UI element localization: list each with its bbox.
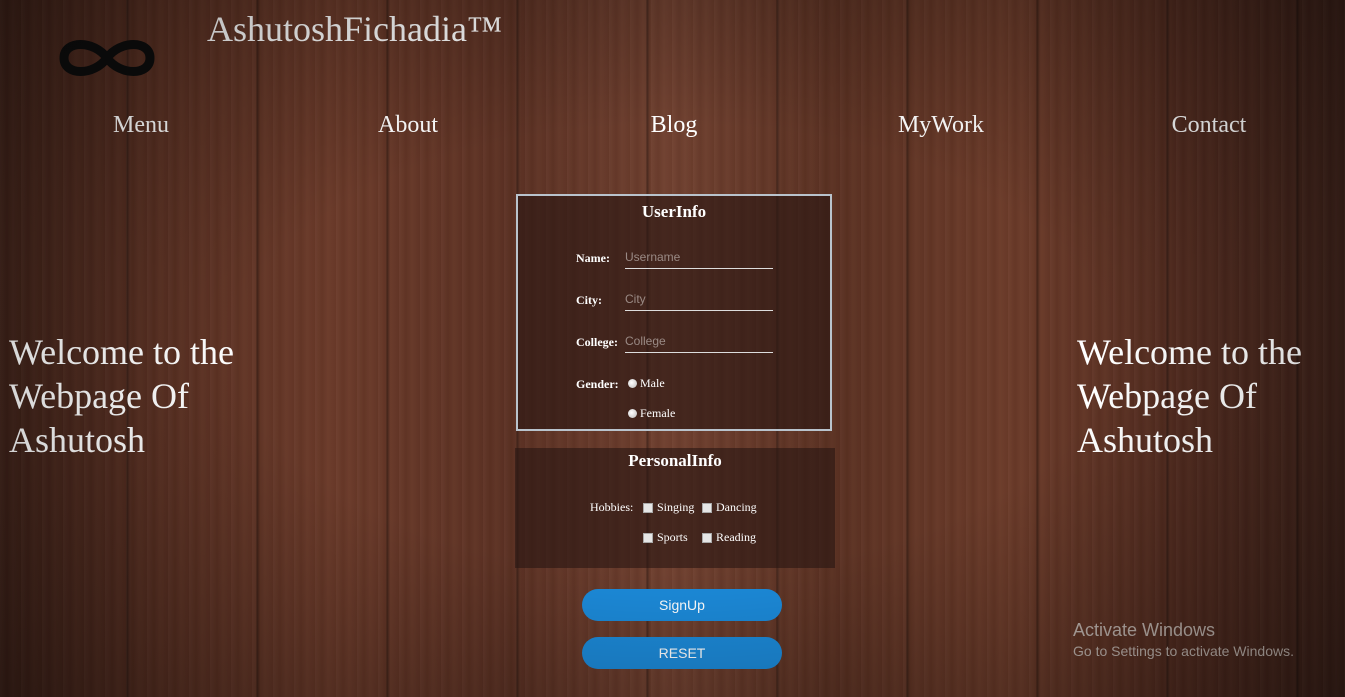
hobby-sports-checkbox[interactable]: Sports [643, 530, 688, 545]
checkbox[interactable] [702, 532, 712, 543]
personalinfo-fieldset: PersonalInfo Hobbies: Singing Dancing Sp… [515, 448, 835, 568]
city-field-wrap [625, 290, 773, 311]
reset-button[interactable]: RESET [582, 637, 782, 669]
welcome-text-right: Welcome to the Webpage Of Ashutosh [1077, 332, 1303, 460]
nav-item-about[interactable]: About [378, 112, 438, 139]
gender-label: Gender: [576, 377, 619, 391]
gender-male-label: Male [640, 376, 665, 390]
activate-windows-watermark: Activate Windows Go to Settings to activ… [1073, 620, 1294, 659]
college-label: College: [576, 335, 618, 349]
radio-button[interactable] [628, 379, 637, 388]
gender-female-label: Female [640, 406, 676, 420]
main-nav: Menu About Blog MyWork Contact [0, 112, 1345, 146]
signup-button[interactable]: SignUp [582, 589, 782, 621]
hobby-sports-label: Sports [657, 530, 688, 544]
hobby-singing-checkbox[interactable]: Singing [643, 500, 694, 515]
name-input[interactable] [625, 248, 771, 266]
college-field-wrap [625, 332, 773, 353]
nav-item-contact[interactable]: Contact [1172, 112, 1247, 139]
checkbox[interactable] [643, 502, 653, 513]
watermark-subtitle: Go to Settings to activate Windows. [1073, 643, 1294, 659]
checkbox[interactable] [643, 532, 653, 543]
welcome-text-left: Welcome to the Webpage Of Ashutosh [9, 332, 235, 460]
city-input[interactable] [625, 290, 771, 308]
nav-item-menu[interactable]: Menu [113, 112, 169, 139]
name-field-wrap [625, 248, 773, 269]
nav-item-mywork[interactable]: MyWork [898, 112, 984, 139]
infinity-icon [59, 40, 155, 76]
watermark-title: Activate Windows [1073, 620, 1216, 640]
gender-female-radio[interactable]: Female [628, 406, 675, 421]
gender-male-radio[interactable]: Male [628, 376, 665, 391]
hobby-reading-label: Reading [716, 530, 756, 544]
site-title: AshutoshFichadia™ [207, 9, 503, 49]
userinfo-fieldset: UserInfo Name: City: College: Gender: Ma… [516, 194, 832, 431]
hobby-reading-checkbox[interactable]: Reading [702, 530, 756, 545]
userinfo-title: UserInfo [641, 202, 707, 221]
radio-button[interactable] [628, 409, 637, 418]
personalinfo-title: PersonalInfo [628, 451, 722, 470]
college-input[interactable] [625, 332, 771, 350]
hobby-dancing-checkbox[interactable]: Dancing [702, 500, 757, 515]
nav-item-blog[interactable]: Blog [651, 112, 698, 139]
name-label: Name: [576, 251, 610, 265]
hobby-dancing-label: Dancing [716, 500, 757, 514]
hobby-singing-label: Singing [657, 500, 695, 514]
hobbies-label: Hobbies: [590, 500, 634, 514]
checkbox[interactable] [702, 502, 712, 513]
city-label: City: [576, 293, 602, 307]
